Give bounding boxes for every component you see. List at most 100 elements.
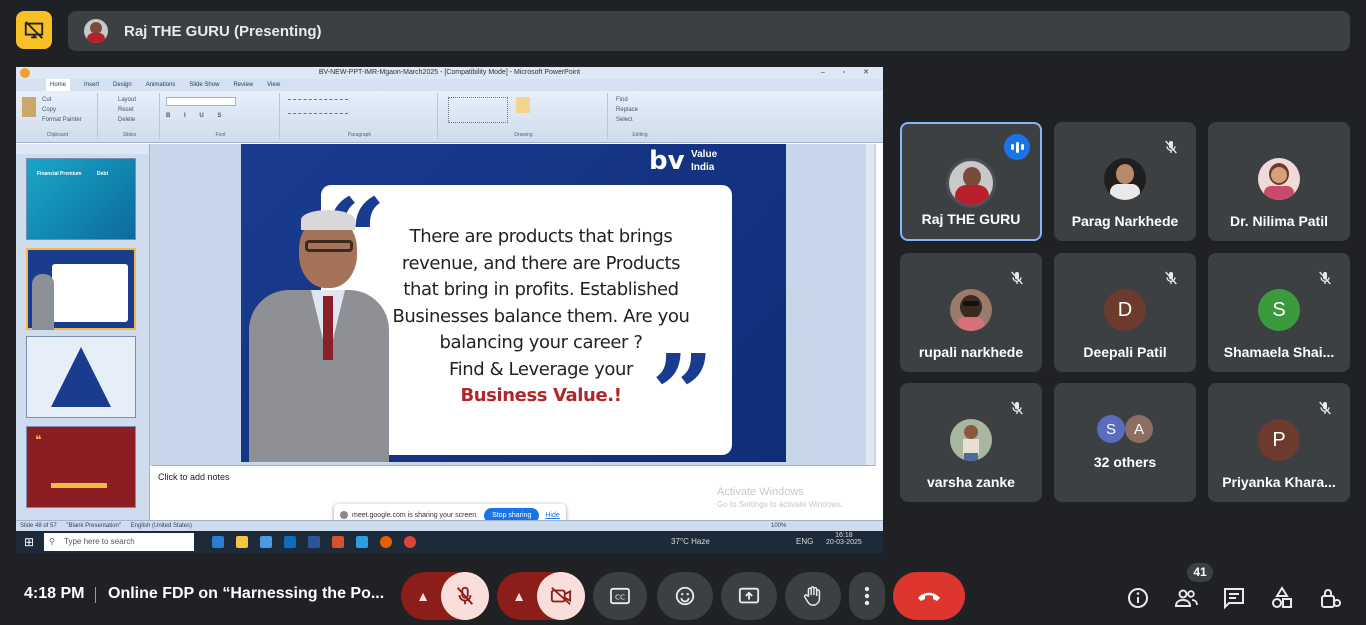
leave-call-button[interactable] — [893, 572, 965, 620]
office-button-icon[interactable] — [20, 68, 30, 78]
mic-off-icon — [1004, 395, 1030, 421]
notes-placeholder: Click to add notes — [158, 472, 230, 482]
tab-animations[interactable]: Animations — [146, 79, 176, 91]
ribbon-clipboard: Cut Copy Format Painter Clipboard — [18, 93, 98, 139]
panel-tab-slides[interactable]: Slides — [20, 144, 36, 154]
format-painter-button[interactable]: Format Painter — [42, 115, 82, 125]
participant-name: Parag Narkhede — [1071, 213, 1179, 229]
explorer-icon[interactable] — [236, 536, 248, 548]
skype-icon[interactable] — [356, 536, 368, 548]
current-slide[interactable]: bv Value India “ ” There are products th… — [241, 144, 786, 462]
participant-tile[interactable]: S Shamaela Shai... — [1208, 253, 1350, 372]
chevron-up-icon[interactable]: ▲ — [497, 588, 541, 604]
activities-icon[interactable] — [1270, 586, 1294, 610]
store-icon[interactable] — [260, 536, 272, 548]
chrome-icon[interactable] — [404, 536, 416, 548]
meeting-details-icon[interactable] — [1126, 586, 1150, 610]
font-family-select[interactable] — [166, 97, 236, 106]
taskbar-clock[interactable]: 16:18 20-03-2025 — [826, 532, 862, 546]
more-vert-icon — [864, 586, 870, 606]
arrange-icon[interactable] — [516, 97, 530, 113]
cut-button[interactable]: Cut — [42, 95, 82, 105]
tab-insert[interactable]: Insert — [84, 79, 99, 91]
slides-panel: Slides Outline Financial Premium Debt ❝ — [16, 144, 150, 520]
participant-tile[interactable]: Dr. Nilima Patil — [1208, 122, 1350, 241]
tab-review[interactable]: Review — [233, 79, 253, 91]
thumb-title: Financial Premium — [37, 171, 82, 177]
raise-hand-button[interactable] — [785, 572, 841, 620]
paste-icon[interactable] — [22, 97, 36, 117]
people-icon[interactable] — [1174, 586, 1198, 610]
others-tile[interactable]: S A 32 others — [1054, 383, 1196, 502]
shapes-gallery[interactable] — [448, 97, 508, 123]
participant-tile[interactable]: Raj THE GURU — [900, 122, 1042, 241]
windows-start-icon[interactable]: ⊞ — [24, 535, 34, 549]
taskbar-search[interactable]: ⚲ Type here to search — [44, 533, 194, 551]
host-controls-icon[interactable] — [1318, 586, 1342, 610]
slide-thumb-1[interactable]: Financial Premium Debt — [26, 158, 136, 240]
replace-button[interactable]: Replace — [616, 105, 638, 115]
participant-name: rupali narkhede — [918, 344, 1024, 360]
more-options-button[interactable] — [849, 572, 885, 620]
align-buttons[interactable] — [288, 113, 348, 119]
mic-toggle-button[interactable] — [441, 572, 489, 620]
presentation-off-icon[interactable] — [16, 11, 52, 49]
powerpoint-icon[interactable] — [332, 536, 344, 548]
participant-tile[interactable]: D Deepali Patil — [1054, 253, 1196, 372]
participant-tile[interactable]: rupali narkhede — [900, 253, 1042, 372]
tab-home[interactable]: Home — [46, 79, 71, 91]
word-icon[interactable] — [308, 536, 320, 548]
meeting-title[interactable]: Online FDP on “Harnessing the Po... — [108, 585, 384, 603]
hide-link[interactable]: Hide — [545, 512, 559, 519]
captions-button[interactable]: CC — [593, 572, 647, 620]
slide-thumb-3[interactable] — [26, 336, 136, 418]
window-controls[interactable]: – ▫ ✕ — [821, 67, 877, 79]
ribbon-label-editing: Editing — [632, 132, 648, 138]
layout-button[interactable]: Layout — [118, 95, 136, 105]
tab-slide-show[interactable]: Slide Show — [189, 79, 219, 91]
meeting-time: 4:18 PM — [24, 585, 85, 602]
reactions-button[interactable] — [657, 572, 713, 620]
tab-design[interactable]: Design — [113, 79, 132, 91]
present-button[interactable] — [721, 572, 777, 620]
outlook-icon[interactable] — [284, 536, 296, 548]
slide-thumb-2-selected[interactable] — [26, 248, 136, 330]
edge-icon[interactable] — [212, 536, 224, 548]
camera-toggle-button[interactable] — [537, 572, 585, 620]
tab-view[interactable]: View — [267, 79, 280, 91]
chat-icon[interactable] — [1222, 586, 1246, 610]
list-buttons[interactable] — [288, 99, 348, 105]
slide-thumb-4[interactable]: ❝ — [26, 426, 136, 508]
share-icon — [340, 511, 348, 519]
mic-off-icon — [1158, 134, 1184, 160]
participant-avatar: D — [1104, 289, 1146, 331]
panel-tab-outline[interactable]: Outline — [44, 144, 63, 154]
firefox-icon[interactable] — [380, 536, 392, 548]
reset-button[interactable]: Reset — [118, 105, 136, 115]
copy-button[interactable]: Copy — [42, 105, 82, 115]
ribbon-paragraph: Paragraph — [282, 93, 438, 139]
taskbar-time: 16:18 — [835, 532, 853, 539]
ppt-ribbon: Cut Copy Format Painter Clipboard Layout… — [16, 91, 883, 143]
quote-line: Businesses balance them. Are you — [392, 305, 690, 327]
language-indicator[interactable]: ENG — [796, 537, 813, 546]
hand-icon — [803, 586, 821, 606]
quote-line: Find & Leverage your — [449, 358, 633, 380]
mic-off-icon — [1312, 395, 1338, 421]
participant-tile[interactable]: Parag Narkhede — [1054, 122, 1196, 241]
ribbon-slides: Layout Reset Delete Slides — [100, 93, 160, 139]
find-button[interactable]: Find — [616, 95, 638, 105]
ribbon-editing: Find Replace Select Editing — [610, 93, 670, 139]
ppt-status-bar: Slide 48 of 57 "Blank Presentation" Engl… — [16, 520, 883, 531]
delete-button[interactable]: Delete — [118, 115, 136, 125]
quote-line: revenue, and there are Products — [401, 252, 681, 274]
participant-tile[interactable]: varsha zanke — [900, 383, 1042, 502]
slide-scrollbar[interactable] — [866, 144, 874, 466]
select-button[interactable]: Select — [616, 115, 638, 125]
chevron-up-icon[interactable]: ▲ — [401, 588, 445, 604]
font-format-buttons[interactable]: B I U S — [166, 113, 227, 119]
ribbon-font: B I U S Font — [162, 93, 280, 139]
search-icon: ⚲ — [49, 537, 55, 546]
participant-tile[interactable]: P Priyanka Khara... — [1208, 383, 1350, 502]
weather[interactable]: 37°C Haze — [671, 537, 710, 546]
